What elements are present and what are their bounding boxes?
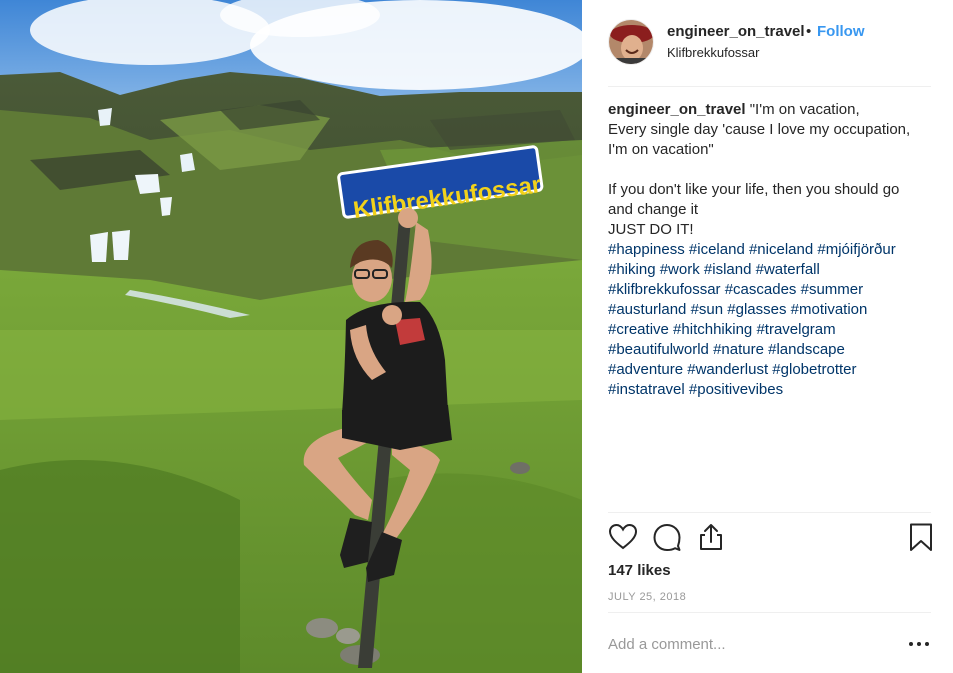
hashtag-link[interactable]: #creative: [608, 321, 669, 338]
caption-line-3: [608, 160, 933, 180]
hashtag-link[interactable]: #niceland: [749, 241, 813, 258]
hashtag-link[interactable]: #travelgram: [756, 321, 835, 338]
location-link[interactable]: Klifbrekkufossar: [667, 45, 759, 60]
caption-username-link[interactable]: engineer_on_travel: [608, 101, 746, 118]
hashtag-link[interactable]: #mjóifjörður: [817, 241, 895, 258]
hashtag-link[interactable]: #iceland: [689, 241, 745, 258]
hashtag-line: #austurland #sun #glasses #motivation: [608, 300, 933, 320]
avatar-icon: [609, 20, 653, 64]
comment-divider: [608, 612, 931, 613]
hashtag-line: #beautifulworld #nature #landscape: [608, 340, 933, 360]
header-divider: [608, 86, 931, 87]
hashtag-link[interactable]: #landscape: [768, 341, 845, 358]
bookmark-icon[interactable]: [906, 522, 936, 552]
hashtag-link[interactable]: #hiking: [608, 261, 656, 278]
hashtag-link[interactable]: #waterfall: [756, 261, 820, 278]
caption-line-1: Every single day 'cause I love my occupa…: [608, 121, 911, 138]
hashtag-link[interactable]: #glasses: [727, 301, 786, 318]
hashtag-line: #instatravel #positivevibes: [608, 380, 933, 400]
hashtag-link[interactable]: #wanderlust: [687, 361, 768, 378]
caption-line-2: I'm on vacation": [608, 141, 714, 158]
hashtag-link[interactable]: #sun: [691, 301, 724, 318]
hashtag-link[interactable]: #happiness: [608, 241, 685, 258]
profile-avatar[interactable]: [608, 19, 654, 65]
likes-count[interactable]: 147 likes: [608, 562, 671, 579]
post-caption: engineer_on_travel "I'm on vacation, Eve…: [608, 100, 933, 400]
post-actions: [608, 522, 933, 554]
hashtag-link[interactable]: #instatravel: [608, 381, 685, 398]
actions-divider: [608, 512, 931, 513]
post-details-panel: engineer_on_travel • Follow Klifbrekkufo…: [582, 0, 953, 673]
hashtag-line: #adventure #wanderlust #globetrotter: [608, 360, 933, 380]
caption-line-4: If you don't like your life, then you sh…: [608, 181, 900, 198]
comment-icon[interactable]: [652, 522, 682, 552]
hashtag-line: #hiking #work #island #waterfall: [608, 260, 933, 280]
header-separator: •: [806, 23, 812, 40]
post-date: JULY 25, 2018: [608, 591, 687, 603]
hashtag-list: #happiness #iceland #niceland #mjóifjörð…: [608, 240, 933, 400]
hashtag-link[interactable]: #island: [704, 261, 752, 278]
post-photo[interactable]: Klifbrekkufossar: [0, 0, 582, 673]
post-photo-illustration: Klifbrekkufossar: [0, 0, 582, 673]
caption-line-0: "I'm on vacation,: [749, 101, 860, 118]
post-header: engineer_on_travel • Follow Klifbrekkufo…: [582, 0, 953, 86]
hashtag-link[interactable]: #beautifulworld: [608, 341, 709, 358]
caption-line-5: and change it: [608, 201, 699, 218]
hashtag-link[interactable]: #austurland: [608, 301, 686, 318]
hashtag-link[interactable]: #motivation: [791, 301, 868, 318]
more-options-icon[interactable]: [907, 634, 931, 654]
hashtag-line: #klifbrekkufossar #cascades #summer: [608, 280, 933, 300]
hashtag-line: #creative #hitchhiking #travelgram: [608, 320, 933, 340]
share-icon[interactable]: [696, 522, 726, 552]
hashtag-link[interactable]: #summer: [801, 281, 864, 298]
heart-icon[interactable]: [608, 522, 638, 552]
hashtag-link[interactable]: #cascades: [725, 281, 797, 298]
header-username-link[interactable]: engineer_on_travel: [667, 23, 805, 40]
hashtag-link[interactable]: #positivevibes: [689, 381, 783, 398]
caption-line-6: JUST DO IT!: [608, 221, 694, 238]
hashtag-link[interactable]: #adventure: [608, 361, 683, 378]
hashtag-link[interactable]: #nature: [713, 341, 764, 358]
hashtag-link[interactable]: #work: [660, 261, 700, 278]
add-comment-input[interactable]: [608, 633, 888, 655]
hashtag-line: #happiness #iceland #niceland #mjóifjörð…: [608, 240, 933, 260]
hashtag-link[interactable]: #hitchhiking: [673, 321, 752, 338]
hashtag-link[interactable]: #klifbrekkufossar: [608, 281, 721, 298]
follow-button[interactable]: Follow: [817, 23, 865, 40]
hashtag-link[interactable]: #globetrotter: [772, 361, 856, 378]
